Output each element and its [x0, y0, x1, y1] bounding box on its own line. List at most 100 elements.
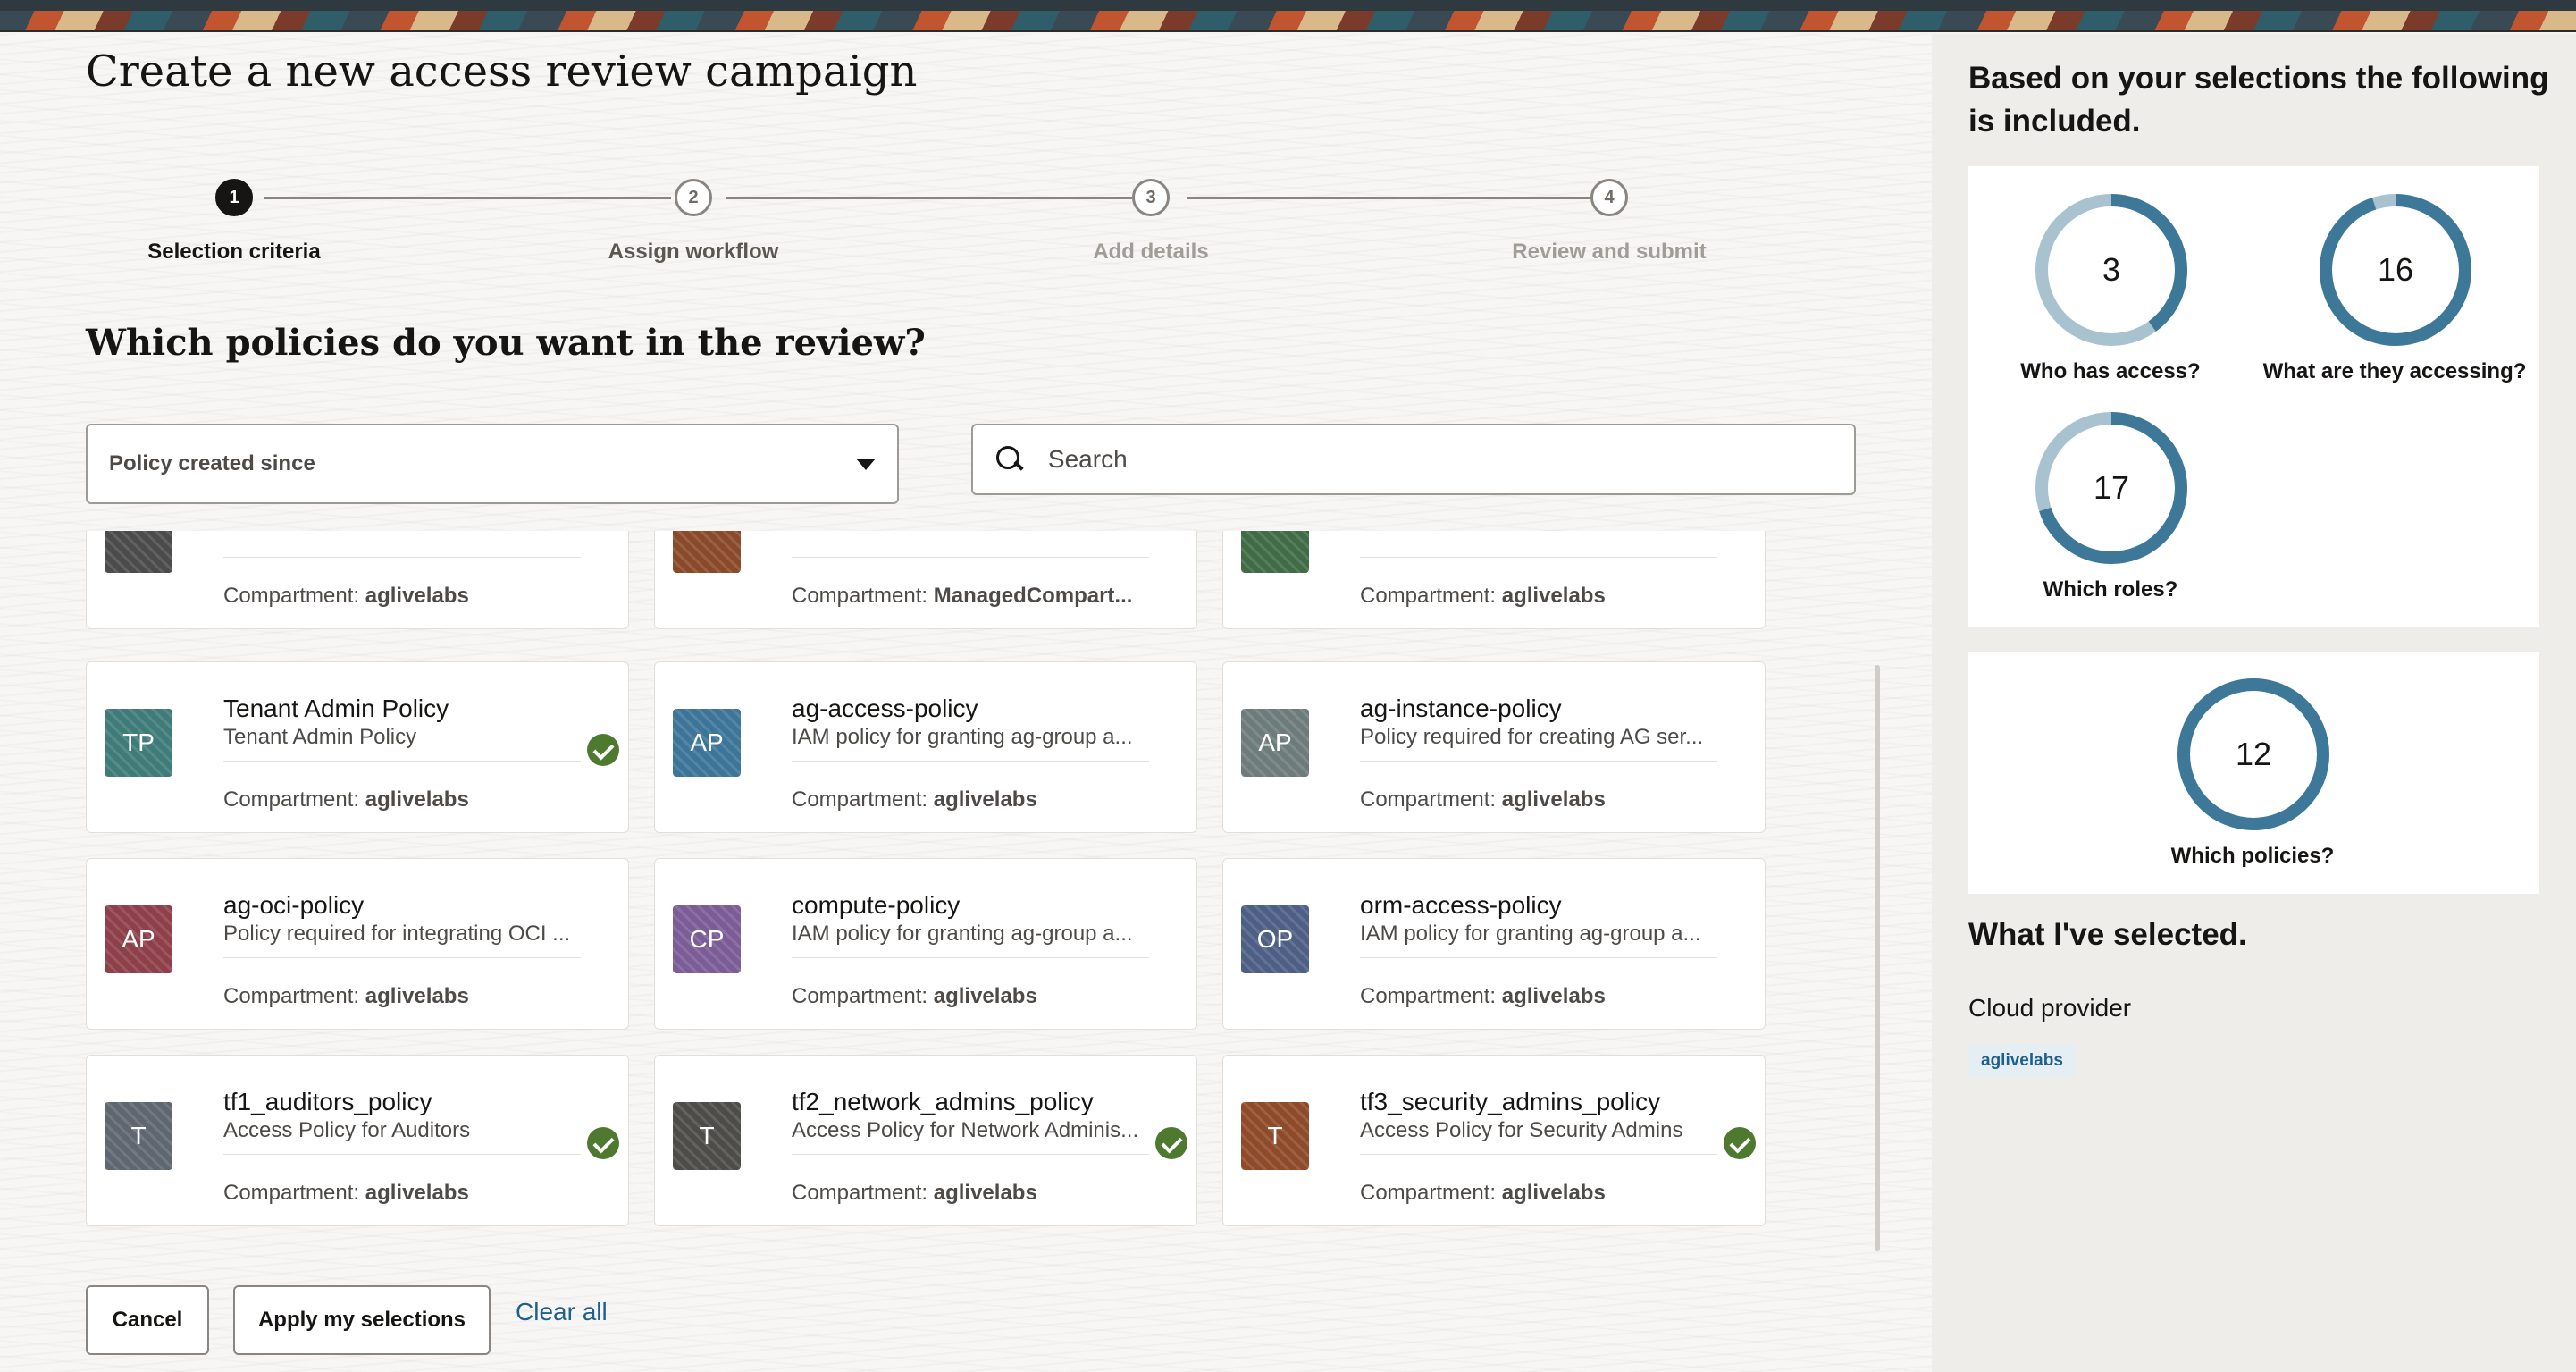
policy-description: Policy required for creating AG ser...: [1360, 725, 1704, 749]
step-number: 3: [1132, 179, 1170, 216]
policy-avatar: T: [1241, 1102, 1309, 1170]
page-title: Create a new access review campaign: [86, 46, 918, 97]
policy-avatar: T: [105, 1102, 172, 1170]
card-divider: [223, 1154, 581, 1155]
compartment-label: Compartment:: [223, 1181, 360, 1205]
policy-card[interactable]: AP ag-oci-policy Policy required for integ…: [86, 858, 629, 1030]
policy-avatar: AP: [1241, 709, 1309, 777]
compartment-label: Compartment:: [1360, 584, 1497, 608]
step-label: Assign workflow: [608, 240, 779, 264]
card-divider: [1360, 761, 1717, 762]
selected-title: What I've selected.: [1968, 917, 2247, 952]
card-divider: [792, 557, 1149, 558]
card-divider: [792, 1154, 1149, 1155]
summary-title: Based on your selections the following i…: [1968, 61, 2549, 139]
policy-description: Tenant Admin Policy: [223, 725, 417, 749]
donut-value: 12: [2235, 736, 2272, 772]
policy-description: Access Policy for Auditors: [223, 1118, 471, 1142]
checkmark-icon[interactable]: [1155, 1127, 1187, 1159]
donut-label: Which policies?: [2170, 844, 2335, 868]
policy-card[interactable]: TP Tenant Admin Policy Tenant Admin Policy…: [86, 661, 629, 833]
policy-compartment: Compartment: aglivelabs: [223, 984, 469, 1009]
compartment-value: aglivelabs: [933, 1181, 1037, 1205]
selected-group-label: Cloud provider: [1968, 994, 2132, 1022]
checkmark-icon[interactable]: [1724, 1127, 1756, 1159]
policy-name: ag-oci-policy: [223, 891, 365, 919]
compartment-value: aglivelabs: [365, 1181, 469, 1205]
card-divider: [792, 957, 1149, 958]
donut-what-accessing: 16: [2317, 191, 2474, 349]
policy-card[interactable]: CP compute-policy IAM policy for granting …: [654, 858, 1197, 1030]
grid-scrollbar[interactable]: [1875, 665, 1880, 1251]
policy-card[interactable]: Compartment: aglivelabs: [86, 531, 629, 629]
policy-date-filter[interactable]: Policy created since: [86, 424, 899, 504]
policy-card[interactable]: Compartment: aglivelabs: [1222, 531, 1766, 629]
step-number: 1: [215, 179, 253, 216]
policy-compartment: Compartment: aglivelabs: [223, 1181, 469, 1206]
card-divider: [223, 761, 581, 762]
donut-which-roles: 17: [2033, 409, 2190, 567]
card-divider: [1360, 557, 1717, 558]
policy-card[interactable]: AP ag-instance-policy Policy required for …: [1222, 661, 1766, 833]
policy-card[interactable]: OP orm-access-policy IAM policy for granti…: [1222, 858, 1766, 1030]
compartment-label: Compartment:: [792, 584, 928, 608]
policy-description: IAM policy for granting ag-group a...: [792, 725, 1133, 749]
checkmark-icon[interactable]: [587, 734, 619, 766]
apply-selections-button[interactable]: Apply my selections: [233, 1285, 491, 1355]
policy-card[interactable]: Ttf3_security_admins_policy Access Policy…: [1222, 1055, 1766, 1226]
donut-label: What are they accessing?: [2262, 359, 2527, 383]
card-divider: [792, 761, 1149, 762]
chevron-down-icon: [856, 458, 876, 470]
policy-avatar: CP: [673, 905, 741, 973]
policy-avatar: [105, 531, 172, 573]
compartment-label: Compartment:: [792, 984, 928, 1008]
policy-name: tf3_security_admins_policy: [1360, 1088, 1661, 1115]
compartment-label: Compartment:: [792, 787, 928, 812]
cancel-button[interactable]: Cancel: [86, 1285, 209, 1355]
compartment-label: Compartment:: [223, 984, 360, 1008]
policy-card[interactable]: Ttf1_auditors_policy Access Policy for Au…: [86, 1055, 629, 1226]
compartment-label: Compartment:: [223, 787, 360, 812]
card-divider: [1360, 1154, 1717, 1155]
policy-name: ag-access-policy: [792, 694, 978, 722]
policy-card-grid: Compartment: aglivelabs Compartment: Mana…: [86, 531, 1882, 1269]
policy-name: compute-policy: [792, 891, 961, 919]
policy-description: Access Policy for Network Adminis...: [792, 1118, 1139, 1142]
policy-compartment: Compartment: aglivelabs: [792, 787, 1037, 812]
policy-card[interactable]: Ttf2_network_admins_policy Access Policy …: [654, 1055, 1197, 1226]
step-selection-criteria[interactable]: 1 Selection criteria: [100, 179, 368, 265]
donut-value: 3: [2102, 251, 2121, 288]
policy-compartment: Compartment: aglivelabs: [1360, 584, 1606, 609]
clear-all-link[interactable]: Clear all: [516, 1298, 608, 1326]
card-divider: [223, 557, 581, 558]
donut-label: Who has access?: [2020, 359, 2201, 383]
policy-description: Policy required for integrating OCI ...: [223, 922, 571, 946]
search-icon: [994, 444, 1025, 475]
compartment-value: ManagedCompart...: [933, 584, 1133, 608]
step-assign-workflow[interactable]: 2 Assign workflow: [559, 179, 827, 265]
policy-avatar: AP: [673, 709, 741, 777]
policy-avatar: [1241, 531, 1309, 573]
donut-value: 17: [2093, 469, 2130, 506]
search-input[interactable]: [1047, 445, 1833, 474]
donut-which-policies: 12: [2175, 676, 2332, 833]
policy-avatar: OP: [1241, 905, 1309, 973]
policy-avatar: TP: [105, 709, 172, 777]
policy-card[interactable]: Compartment: ManagedCompart...: [654, 531, 1197, 629]
policy-compartment: Compartment: aglivelabs: [1360, 787, 1606, 812]
checkmark-icon[interactable]: [587, 1127, 619, 1159]
compartment-value: aglivelabs: [1501, 984, 1606, 1008]
selected-chip[interactable]: aglivelabs: [1968, 1044, 2076, 1078]
compartment-value: aglivelabs: [1501, 787, 1606, 812]
search-field[interactable]: [971, 424, 1856, 495]
policy-card[interactable]: AP ag-access-policy IAM policy for grantin…: [654, 661, 1197, 833]
policy-description: Access Policy for Security Admins: [1360, 1118, 1683, 1142]
policy-compartment: Compartment: aglivelabs: [792, 984, 1037, 1009]
policy-name: tf1_auditors_policy: [223, 1088, 432, 1115]
step-label: Add details: [1093, 240, 1209, 264]
compartment-label: Compartment:: [1360, 787, 1497, 812]
donut-who-has-access: 3: [2033, 191, 2190, 349]
step-review-submit[interactable]: 4 Review and submit: [1475, 179, 1743, 265]
step-add-details[interactable]: 3 Add details: [1017, 179, 1285, 265]
stepper: 1 Selection criteria 2 Assign workflow 3…: [86, 179, 1882, 313]
